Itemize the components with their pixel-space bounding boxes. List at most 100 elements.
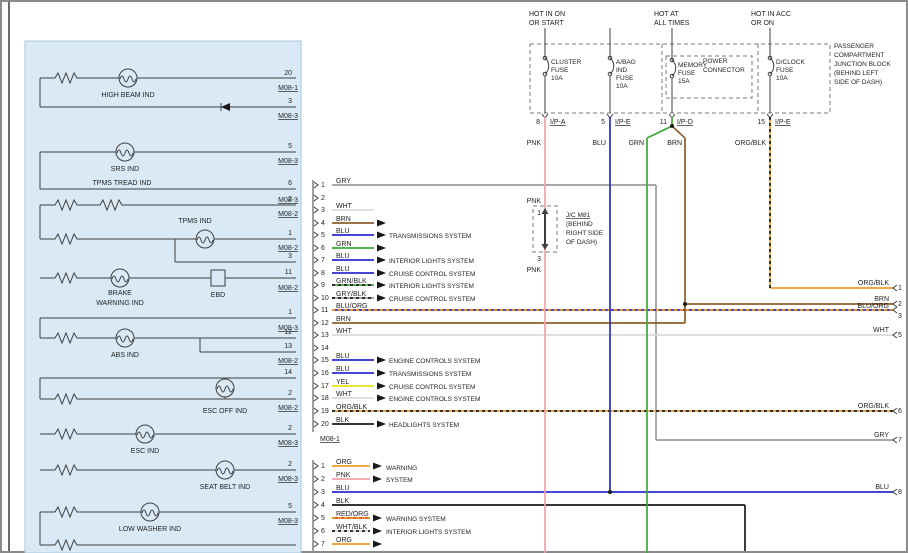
connector-link[interactable]: M08-2 [278,245,298,252]
connector-link[interactable]: M08-3 [278,476,298,483]
fuse-label: A/BAG [616,59,636,66]
pin-number: 10 [321,295,329,302]
fuse-label: FUSE [776,67,794,74]
lamp-icon [141,503,159,521]
pin-number: 11 [660,119,667,126]
fuse-label: FUSE [678,70,696,77]
resistor-icon [53,72,79,84]
pin-number: 12 [284,329,292,336]
pin-number: 17 [321,383,329,390]
pin-number: 1 [898,285,902,292]
wire-color-label: WHT [336,203,353,210]
indicator-label: HIGH BEAM IND [101,92,154,99]
jb-caption: PASSENGER [834,43,874,50]
wire-color-label: BLU [336,485,350,492]
resistor-icon [53,539,79,551]
wire-color-label: BLU [336,228,350,235]
pin-number: 1 [288,309,292,316]
pin-number: 15 [321,357,329,364]
pin-number: 6 [288,180,292,187]
pin-number: 19 [321,408,329,415]
connector-link[interactable]: I/P-A [550,119,566,126]
hot-label: HOT IN ON [529,11,565,18]
wire-color-label: GRY [336,178,351,185]
wire-color-label: WHT [873,327,890,334]
resistor-icon [53,506,79,518]
wire-color-label: BRN [667,140,682,147]
pin-number: 2 [898,301,902,308]
connector-link[interactable]: M08-3 [278,113,298,120]
indicator-label: ESC IND [131,448,159,455]
lamp-icon [216,461,234,479]
lamp-icon [116,329,134,347]
wire-color-label: YEL [336,379,349,386]
connector-link[interactable]: M08-2 [278,405,298,412]
hot-label: HOT IN ACC [751,11,791,18]
wire-color-label: BLK [336,498,350,505]
jc-name[interactable]: J/C M81 [566,212,591,219]
pin-number: 8 [536,119,540,126]
wire-color-label: ORG/BLK [336,404,367,411]
wiring-diagram-page: HIGH BEAM IND 20 M08-1 3 M08-3 SRS IND T… [0,0,908,553]
system-label: INTERIOR LIGHTS SYSTEM [386,529,471,536]
connector-link[interactable]: I/P-E [775,119,791,126]
connector-link[interactable]: M08-3 [278,440,298,447]
jc-caption: (BEHIND [566,221,593,228]
pin-number: 4 [321,502,325,509]
connector-name[interactable]: M08-1 [320,436,340,443]
pin-number: 1 [537,210,541,217]
pin-number: 1 [321,463,325,470]
wire-color-label: BLU [336,353,350,360]
pin-number: 13 [321,332,329,339]
jb-caption: SIDE OF DASH) [834,79,882,86]
pin-number: 1 [288,230,292,237]
jc-caption: OF DASH) [566,239,597,246]
junction-dot [670,124,674,128]
pin-number: 2 [321,195,325,202]
wire-color-label: BLU/ORG [857,303,889,310]
system-label: SYSTEM [386,477,413,484]
jc-caption: RIGHT SIDE [566,230,604,237]
system-label: ENGINE CONTROLS SYSTEM [389,358,480,365]
indicator-label: ABS IND [111,352,139,359]
pin-number: 2 [288,425,292,432]
ebd-box [211,270,225,286]
instrument-cluster-panel: HIGH BEAM IND 20 M08-1 3 M08-3 SRS IND T… [25,41,301,553]
wire-color-label: GRY [874,432,889,439]
jb-caption: (BEHIND LEFT [834,70,878,77]
fuse-label: CLUSTER [551,59,582,66]
pin-number: 13 [284,343,292,350]
pin-number: 20 [321,421,329,428]
indicator-label: LOW WASHER IND [119,526,181,533]
wire-color-label: RED/ORG [336,511,369,518]
connector-link[interactable]: M08-2 [278,285,298,292]
connector-link[interactable]: M08-1 [278,85,298,92]
wire-color-label: BRN [336,316,351,323]
pin-number: 7 [321,541,325,548]
pin-number: 6 [898,408,902,415]
connector-link[interactable]: M08-3 [278,158,298,165]
wire-color-label: WHT [336,328,353,335]
pin-number: 11 [321,307,328,314]
system-label: WARNING SYSTEM [386,516,446,523]
hot-label: OR ON [751,20,774,27]
fuse-label: FUSE [616,75,634,82]
lamp-icon [119,69,137,87]
pin-number: 3 [537,256,541,263]
ebd-label: EBD [211,292,225,299]
connector-link[interactable]: I/P-E [615,119,631,126]
fuse-label: 10A [551,75,563,82]
indicator-label: WARNING IND [96,300,144,307]
power-connector-label: POWER [703,58,728,65]
fuse-label: 10A [616,83,628,90]
wire-color-label: BLU/ORG [336,303,368,310]
power-connector-label: CONNECTOR [703,67,745,74]
pin-number: 2 [288,390,292,397]
resistor-icon [98,199,124,211]
indicator-label: ESC OFF IND [203,408,247,415]
connector-link[interactable]: M08-3 [278,518,298,525]
connector-link[interactable]: I/P-D [677,119,693,126]
connector-link[interactable]: M08-2 [278,211,298,218]
wire-color-label: ORG [336,537,352,544]
connector-link[interactable]: M08-2 [278,358,298,365]
